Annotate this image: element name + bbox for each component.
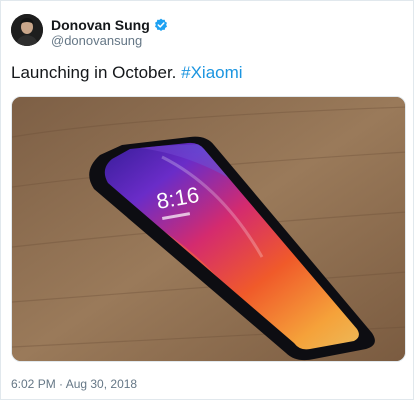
hashtag-link[interactable]: #Xiaomi [181, 63, 242, 82]
verified-badge-icon [154, 18, 167, 31]
tweet-card: Donovan Sung @donovansung Launching in O… [0, 0, 414, 400]
author-handle[interactable]: @donovansung [51, 33, 142, 48]
phone-photo: 8:16 [12, 97, 405, 361]
tweet-text: Launching in October. #Xiaomi [11, 62, 243, 84]
avatar[interactable] [11, 14, 43, 46]
author-display-name[interactable]: Donovan Sung [51, 17, 150, 33]
tweet-timestamp[interactable]: 6:02 PM · Aug 30, 2018 [11, 377, 137, 391]
tweet-photo[interactable]: 8:16 [11, 96, 406, 362]
avatar-image [11, 14, 43, 46]
author-name-row[interactable]: Donovan Sung [51, 17, 168, 33]
tweet-text-body: Launching in October. [11, 63, 182, 82]
